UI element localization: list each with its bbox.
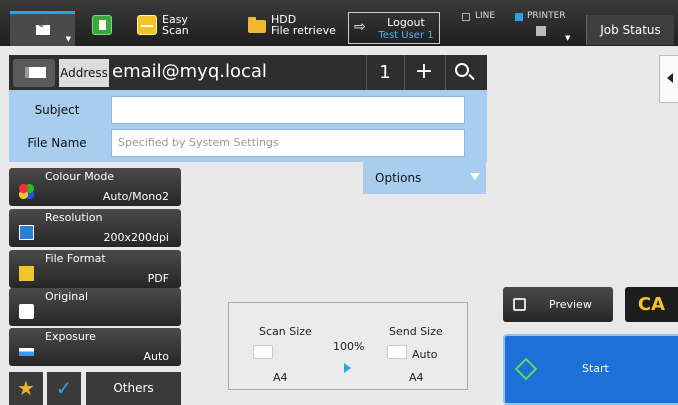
send-paper-icon <box>387 345 407 359</box>
top-bar: ▼ Easy Scan HDD File retrieve ⇨ Logout T… <box>0 0 678 46</box>
scan-paper-icon <box>253 345 273 359</box>
original-document-icon <box>19 304 34 319</box>
address-count: 1 <box>379 62 391 83</box>
preview-icon <box>513 298 526 311</box>
printer-icon[interactable] <box>536 26 546 36</box>
colour-mode-label: Colour Mode <box>45 170 115 183</box>
add-address-button[interactable]: + <box>405 57 443 87</box>
chevron-down-icon: ▼ <box>65 35 71 43</box>
file-format-value: PDF <box>147 272 169 285</box>
arrow-right-icon <box>344 363 351 373</box>
colour-mode-value: Auto/Mono2 <box>102 190 169 203</box>
resolution-button[interactable]: Resolution 200x200dpi <box>9 209 181 247</box>
logout-icon: ⇨ <box>354 19 366 35</box>
address-book-icon[interactable] <box>13 59 55 87</box>
job-status-button[interactable]: Job Status <box>586 15 674 45</box>
folder-icon <box>248 17 266 33</box>
exposure-label: Exposure <box>45 330 96 343</box>
scan-size-label: Scan Size <box>259 325 312 338</box>
options-button[interactable]: Options <box>363 162 486 194</box>
address-value[interactable]: email@myq.local <box>112 58 267 86</box>
envelope-icon <box>36 25 50 35</box>
send-size-label: Send Size <box>389 325 443 338</box>
hdd-label-2: File retrieve <box>271 24 336 37</box>
resolution-label: Resolution <box>45 211 103 224</box>
check-icon[interactable]: ✓ <box>47 372 81 405</box>
file-name-label: File Name <box>27 136 87 150</box>
resolution-value: 200x200dpi <box>103 231 169 244</box>
clear-all-button[interactable]: CA <box>625 287 678 322</box>
send-size-value: A4 <box>409 371 424 384</box>
line-indicator <box>462 13 470 21</box>
subject-label: Subject <box>34 103 80 117</box>
start-button[interactable]: Start <box>503 334 678 405</box>
options-label: Options <box>375 171 422 185</box>
address-row: Address email@myq.local 1 + <box>9 55 487 90</box>
divider <box>445 55 446 90</box>
copy-app-icon[interactable] <box>92 15 112 35</box>
send-size-auto: Auto <box>412 348 438 361</box>
exposure-value: Auto <box>143 350 169 363</box>
start-icon <box>514 357 538 381</box>
preview-label: Preview <box>549 298 592 311</box>
logout-button[interactable]: ⇨ Logout Test User 1 <box>348 12 440 44</box>
side-panel-toggle[interactable] <box>659 55 678 103</box>
resolution-icon <box>19 225 34 240</box>
address-button[interactable]: Address <box>59 59 109 87</box>
email-form: Subject File Name Specified by System Se… <box>9 90 487 162</box>
preview-button[interactable]: Preview <box>503 287 613 322</box>
active-mode-indicator <box>10 11 75 14</box>
file-format-button[interactable]: File Format PDF <box>9 250 181 288</box>
easy-scan-label-2: Scan <box>162 24 189 37</box>
file-name-field[interactable]: Specified by System Settings <box>111 129 465 157</box>
scan-size-value: A4 <box>273 371 288 384</box>
scan-size-panel[interactable]: Scan Size Send Size 100% Auto A4 A4 <box>228 302 468 390</box>
star-icon[interactable]: ★ <box>9 372 43 405</box>
original-button[interactable]: Original <box>9 288 181 326</box>
chevron-down-icon: ▼ <box>565 34 571 42</box>
file-format-icon <box>19 266 34 281</box>
original-label: Original <box>45 290 89 303</box>
scale-ratio: 100% <box>333 340 365 353</box>
hdd-file-retrieve-button[interactable]: HDD File retrieve <box>271 14 336 36</box>
colour-mode-button[interactable]: Colour Mode Auto/Mono2 <box>9 168 181 206</box>
logout-label: Logout <box>387 16 425 29</box>
printer-indicator <box>515 13 523 21</box>
email-mode-button[interactable]: ▼ <box>10 14 75 46</box>
others-button[interactable]: Others <box>86 372 181 405</box>
current-user: Test User 1 <box>378 30 434 41</box>
start-label: Start <box>582 362 609 375</box>
easy-scan-button[interactable]: Easy Scan <box>162 14 189 36</box>
file-format-label: File Format <box>45 252 106 265</box>
colour-mode-icon <box>19 184 34 199</box>
exposure-button[interactable]: Exposure Auto <box>9 328 181 366</box>
chevron-down-icon <box>470 173 480 180</box>
easy-scan-icon[interactable] <box>137 15 157 35</box>
printer-label: PRINTER <box>527 11 566 21</box>
line-label: LINE <box>475 11 496 21</box>
exposure-icon <box>19 348 34 356</box>
subject-field[interactable] <box>111 96 465 124</box>
search-icon[interactable] <box>455 63 469 77</box>
